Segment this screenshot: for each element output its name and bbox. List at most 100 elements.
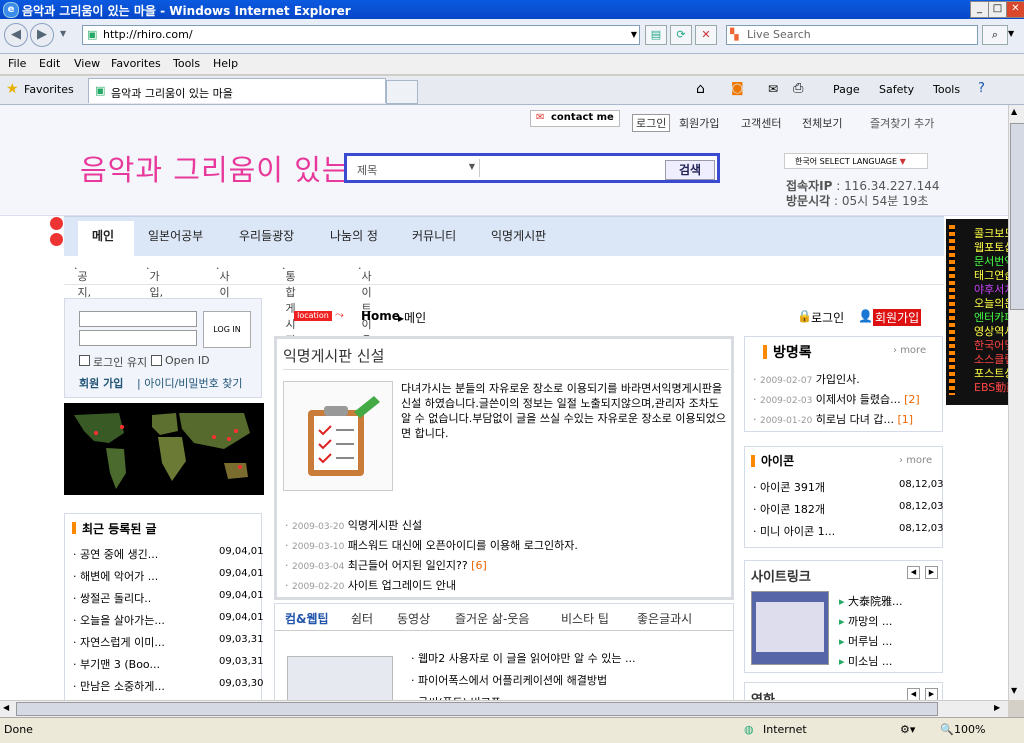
- password-input[interactable]: [79, 330, 197, 346]
- list-item[interactable]: · 공연 중에 생긴... 09,04,01: [73, 546, 264, 562]
- list-item[interactable]: · 자연스럽게 이미... 09,03,31: [73, 634, 264, 650]
- page-menu[interactable]: Page: [833, 83, 860, 96]
- list-item[interactable]: · 아이콘 391개 08,12,03: [753, 479, 944, 495]
- menu-file[interactable]: File: [8, 57, 26, 70]
- refresh-icon[interactable]: ⟳: [670, 25, 692, 45]
- mail-icon[interactable]: ✉: [768, 82, 778, 96]
- back-icon[interactable]: ◀: [4, 23, 28, 47]
- home-icon[interactable]: ⌂: [696, 81, 705, 97]
- prev-icon[interactable]: ◀: [907, 688, 920, 700]
- history-dropdown-icon[interactable]: ▼: [60, 29, 66, 38]
- list-item[interactable]: · 아이콘 182개 08,12,03: [753, 501, 944, 517]
- list-item[interactable]: · 웹마2 사용자로 이 글을 읽어야만 알 수 있는 ...: [411, 650, 636, 666]
- tools-menu[interactable]: Tools: [933, 83, 960, 96]
- zoom-icon[interactable]: 🔍: [940, 723, 954, 736]
- tab-video[interactable]: 동영상: [397, 610, 430, 627]
- search-options-icon[interactable]: ▼: [1008, 29, 1014, 38]
- contact-me-button[interactable]: ✉ contact me: [530, 110, 620, 127]
- browser-tab[interactable]: ▣ 음악과 그리움이 있는 마을: [88, 78, 386, 103]
- tab-thumbnail[interactable]: [287, 656, 393, 700]
- search-input[interactable]: ▚ Live Search: [726, 25, 978, 45]
- list-item[interactable]: · 2009-02-07 가입인사.: [753, 371, 860, 387]
- compatibility-icon[interactable]: ▤: [645, 25, 667, 45]
- next-icon[interactable]: ▶: [925, 688, 938, 700]
- zoom-level[interactable]: 100%: [954, 723, 985, 736]
- print-icon[interactable]: ⎙: [793, 81, 803, 96]
- favorites-button[interactable]: Favorites: [24, 83, 74, 96]
- language-select[interactable]: 한국어 SELECT LANGUAGE ▼: [784, 153, 928, 169]
- list-item[interactable]: · 해변에 악어가 ... 09,04,01: [73, 568, 264, 584]
- menu-edit[interactable]: Edit: [39, 57, 60, 70]
- login-button[interactable]: LOG IN: [203, 311, 251, 348]
- find-account-link[interactable]: | 아이디/비밀번호 찾기: [137, 375, 243, 391]
- list-item[interactable]: ▸ 까망의 ...: [839, 613, 892, 629]
- horizontal-scrollbar[interactable]: ◀ ▶: [0, 700, 1008, 717]
- login-link[interactable]: 로그인: [632, 114, 671, 132]
- nav-main[interactable]: 메인: [92, 227, 114, 244]
- nav-anonymous[interactable]: 익명게시판: [491, 227, 546, 244]
- remember-checkbox[interactable]: [79, 355, 90, 366]
- subnav-board[interactable]: · 통합게시판: [282, 262, 296, 347]
- site-search-input[interactable]: [479, 159, 660, 177]
- world-map-image[interactable]: [64, 403, 264, 495]
- guestbook-more[interactable]: › more: [893, 345, 926, 356]
- list-item[interactable]: · 2009-03-10 패스워드 대신에 오픈아이디를 이용해 로그인하자.: [285, 537, 578, 553]
- list-item[interactable]: · 부기맨 3 (Boo... 09,03,31: [73, 656, 264, 672]
- maximize-button[interactable]: □: [988, 1, 1007, 18]
- subnav-join[interactable]: · 가입,등업: [146, 262, 163, 331]
- tab-rest[interactable]: 쉼터: [351, 610, 373, 627]
- vertical-scrollbar[interactable]: ▲ ▼: [1008, 105, 1024, 700]
- page-login-link[interactable]: 로그인: [811, 309, 844, 326]
- scroll-right-icon[interactable]: ▶: [994, 703, 1000, 712]
- nav-community[interactable]: 커뮤니티: [412, 227, 456, 244]
- new-tab-button[interactable]: [386, 80, 418, 104]
- next-icon[interactable]: ▶: [925, 566, 938, 579]
- safety-menu[interactable]: Safety: [879, 83, 914, 96]
- nav-square[interactable]: 우리들광장: [239, 227, 294, 244]
- scroll-left-icon[interactable]: ◀: [3, 703, 9, 712]
- tab-poem[interactable]: 좋은글과시: [637, 610, 692, 627]
- list-item[interactable]: · 오늘을 살아가는... 09,04,01: [73, 612, 264, 628]
- list-item[interactable]: · 쌍절곤 돌리다.. 09,04,01: [73, 590, 264, 606]
- icons-more[interactable]: › more: [899, 455, 932, 466]
- ebs-link[interactable]: EBS動劃: [974, 379, 1008, 395]
- subnav-notice[interactable]: · 공지,알림: [74, 262, 91, 331]
- list-item[interactable]: · 2009-03-04 최근들어 어지된 일인지?? [6]: [285, 557, 487, 573]
- sitelink-thumbnail[interactable]: [751, 591, 829, 665]
- subnav-guide[interactable]: · 사이트 이용 안내: [358, 262, 372, 379]
- search-icon[interactable]: ⌕: [982, 25, 1008, 45]
- favorites-star-icon[interactable]: ★: [6, 81, 19, 97]
- page-join-link[interactable]: 회원가입: [873, 309, 922, 326]
- list-item[interactable]: · 파이어폭스에서 어플리케이션에 해결방법: [411, 672, 607, 688]
- list-item[interactable]: ▸ 大泰院雅...: [839, 593, 903, 609]
- list-item[interactable]: · 2009-02-03 이제서야 들렸습... [2]: [753, 391, 920, 407]
- menu-help[interactable]: Help: [213, 57, 238, 70]
- minimize-button[interactable]: _: [970, 1, 989, 18]
- list-item[interactable]: · 2009-02-20 사이트 업그레이드 안내: [285, 577, 456, 593]
- scroll-thumb[interactable]: [1010, 123, 1024, 310]
- list-item[interactable]: ▸ 미소님 ...: [839, 653, 892, 669]
- add-favorite-link[interactable]: 즐겨찾기 추가: [870, 115, 934, 131]
- stop-icon[interactable]: ✕: [695, 25, 717, 45]
- protected-mode-icon[interactable]: ⚙▾: [900, 723, 915, 736]
- list-item[interactable]: ▸ 머루님 ...: [839, 633, 892, 649]
- openid-checkbox[interactable]: [151, 355, 162, 366]
- address-input[interactable]: ▣ http://rhiro.com/ ▼: [82, 25, 640, 45]
- nav-sharing[interactable]: 나눔의 정: [330, 227, 378, 244]
- scroll-down-icon[interactable]: ▼: [1011, 686, 1017, 695]
- join-link[interactable]: 회원가입: [679, 115, 719, 131]
- help-icon[interactable]: ?: [978, 81, 985, 96]
- scroll-up-icon[interactable]: ▲: [1011, 107, 1017, 116]
- list-item[interactable]: · 미니 아이콘 1... 08,12,03: [753, 523, 944, 539]
- search-type-select[interactable]: 제목 ▼: [357, 162, 475, 178]
- list-item[interactable]: · 2009-03-20 익명게시판 신설: [285, 517, 422, 533]
- list-item[interactable]: · 2009-01-20 히로님 다녀 갑... [1]: [753, 411, 913, 427]
- nav-japanese[interactable]: 일본어공부: [148, 227, 203, 244]
- join-link[interactable]: 회원 가입: [79, 375, 123, 391]
- id-input[interactable]: [79, 311, 197, 327]
- address-dropdown-icon[interactable]: ▼: [631, 26, 637, 44]
- menu-view[interactable]: View: [74, 57, 100, 70]
- tab-vista[interactable]: 비스타 팁: [561, 610, 609, 627]
- menu-favorites[interactable]: Favorites: [111, 57, 161, 70]
- prev-icon[interactable]: ◀: [907, 566, 920, 579]
